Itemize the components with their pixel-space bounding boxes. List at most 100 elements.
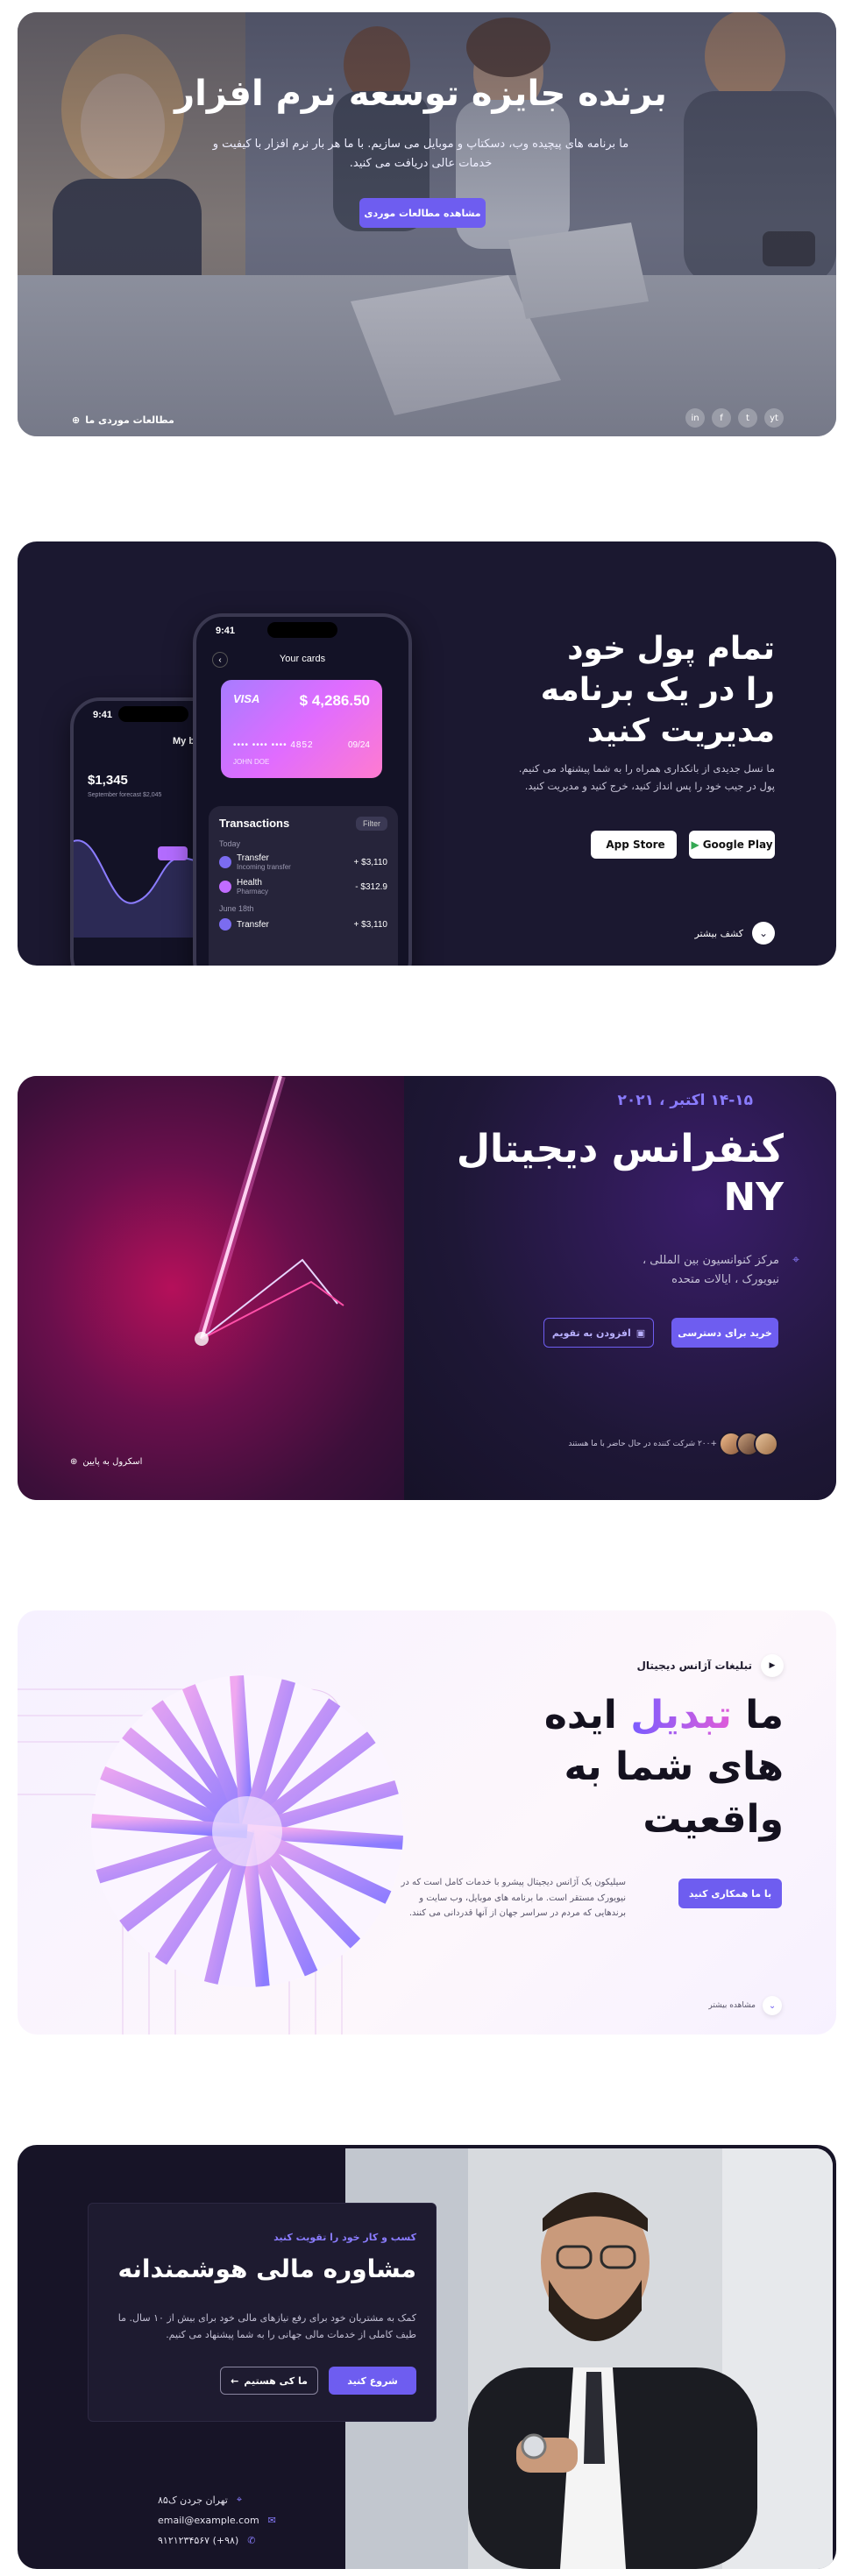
email-icon: ✉ [267,2515,276,2526]
calendar-icon: ▣ [635,1327,646,1339]
get-started-button[interactable]: شروع کنید [329,2367,416,2395]
tx-date-today: Today [219,839,241,848]
agency-description: سیلیکون یک آژانس دیجیتال پیشرو با خدمات … [401,1878,627,1918]
add-to-calendar-label: افزودن به تقویم [551,1327,631,1339]
add-to-calendar-button[interactable]: ▣ افزودن به تقویم [543,1318,654,1348]
attendees: +۲۰۰ شرکت کننده در حال حاضر با ما هستند [568,1432,778,1456]
play-circle-icon: ⊕ [72,414,81,426]
view-more-link[interactable]: ⌄ مشاهده بیشتر [708,1996,782,2015]
attendee-avatars [719,1432,778,1456]
hero-software-section: برنده جایزه توسعه نرم افزار ما برنامه ها… [18,12,836,436]
discover-more-label: کشف بیشتر [694,927,743,939]
tx-name: Transfer [237,853,269,863]
arrow-left-icon: ← [231,2374,239,2387]
card-holder: JOHN DOE [233,758,270,766]
tx-name: Transfer [237,919,269,930]
tx-amount: + $3,110 [353,857,387,867]
about-us-button[interactable]: ما کی هستیم ← [220,2367,318,2395]
phone-notch [267,622,337,638]
chevron-down-icon: ⌄ [763,1996,782,2015]
play-icon[interactable]: ▶ [761,1654,784,1677]
google-play-button[interactable]: ▶ Google Play [689,831,775,859]
contact-phone[interactable]: ✆ (۹۸+) ۹۱۲۱۲۳۴۵۶۷ [158,2535,276,2546]
contact-address: ⌖ تهران جردن ک۸۵ [158,2494,276,2506]
consulting-title: مشاوره مالی هوشمندانه [117,2254,416,2283]
tx-meta: Incoming transfer [237,863,291,871]
filter-button[interactable]: Filter [356,817,387,831]
tx-meta: Pharmacy [237,888,269,895]
arrow-down-circle-icon: ⊕ [70,1457,78,1467]
neon-visual [18,1076,404,1500]
tx-amount: - $312.9 [355,881,387,892]
location-pin-icon: ⌖ [792,1253,799,1267]
phone-icon: ✆ [247,2535,256,2546]
scroll-down-label: اسکرول به پایین [82,1457,143,1467]
buy-ticket-button[interactable]: خرید برای دسترسی [671,1318,778,1348]
budget-caption: September forecast $2,045 [88,792,162,798]
app-store-button[interactable]: App Store [591,831,677,859]
transaction-row[interactable]: Transfer Incoming transfer + $3,110 [219,853,387,871]
tx-amount: + $3,110 [353,919,387,930]
card-brand: VISA [233,692,260,705]
agency-tag-label: تبلیغات آژانس دیجیتال [636,1660,752,1672]
transfer-icon [219,918,231,931]
scroll-down-link[interactable]: اسکرول به پایین ⊕ [70,1457,142,1467]
transaction-row[interactable]: Health Pharmacy - $312.9 [219,878,387,895]
finance-app-section: تمام پول خود را در یک برنامه مدیریت کنید… [18,541,836,966]
neon-light-graphic [195,1076,344,1346]
phone-time: 9:41 [93,710,113,720]
tx-name: Health [237,878,262,888]
striped-sphere-graphic [18,1675,403,2035]
view-more-label: مشاهده بیشتر [708,2001,756,2010]
venue-address: مرکز کنوانسیون بین المللی ، نیویورک ، ای… [642,1254,779,1287]
social-links: in f t yt [685,408,784,428]
google-play-label: Google Play [702,839,773,851]
hero-subtitle: ما برنامه های پیچیده وب، دسکتاپ و موبایل… [212,138,629,171]
consulting-card: کسب و کار خود را تقویت کنید مشاوره مالی … [88,2203,437,2422]
youtube-icon[interactable]: yt [764,408,784,428]
consulting-tag: کسب و کار خود را تقویت کنید [273,2232,416,2243]
address-text: تهران جردن ک۸۵ [158,2494,228,2506]
health-icon [219,881,231,893]
transaction-row[interactable]: Transfer + $3,110 [219,918,387,931]
phone-time: 9:41 [216,626,236,636]
cards-title: Your cards [279,654,326,664]
tx-date: June 18th [219,904,254,913]
attendees-text: +۲۰۰ شرکت کننده در حال حاضر با ما هستند [568,1440,717,1448]
consulting-description: کمک به مشتریان خود برای رفع نیازهای مالی… [117,2312,416,2340]
card-number: •••• •••• •••• 4852 [233,740,314,750]
title-highlight: تبدیل [630,1693,732,1737]
finance-subtitle: ما نسل جدیدی از بانکداری همراه را به شما… [518,762,775,792]
conference-section: ۱۴-۱۵ اکتبر ، ۲۰۲۱ کنفرانس دیجیتال NY ⌖ … [18,1076,836,1500]
linkedin-icon[interactable]: in [685,408,705,428]
facebook-icon[interactable]: f [712,408,731,428]
budget-amount: $1,345 [88,773,128,788]
collaborate-button[interactable]: با ما همکاری کنید [678,1879,782,1908]
google-play-icon: ▶ [691,839,699,851]
credit-card[interactable]: VISA $ 4,286.50 •••• •••• •••• 4852 09/2… [221,680,382,778]
hero-title: برنده جایزه توسعه نرم افزار [174,74,667,114]
chevron-down-icon: ⌄ [752,922,775,945]
phone-mockup-front: 9:41 ‹ Your cards VISA $ 4,286.50 •••• •… [193,613,412,966]
phone-notch [118,706,188,722]
case-studies-link[interactable]: مطالعات موردی ما ⊕ [72,414,174,426]
card-expiry: 09/24 [347,740,370,750]
title-part-1: ما [731,1693,784,1737]
transfer-icon [219,856,231,868]
financial-consulting-section: کسب و کار خود را تقویت کنید مشاوره مالی … [18,2145,836,2569]
transactions-panel: Transactions Filter Today Transfer Incom… [209,806,398,966]
discover-more-link[interactable]: ⌄ کشف بیشتر [694,922,775,945]
contact-info: ⌖ تهران جردن ک۸۵ ✉ email@example.com ✆ (۹۸+… [158,2494,276,2555]
twitter-icon[interactable]: t [738,408,757,428]
view-case-studies-button[interactable]: مشاهده مطالعات موردی [359,198,486,228]
finance-title: تمام پول خود را در یک برنامه مدیریت کنید [540,631,775,749]
digital-agency-section: ▶ تبلیغات آژانس دیجیتال ما تبدیل ایده ها… [18,1610,836,2035]
event-date: ۱۴-۱۵ اکتبر ، ۲۰۲۱ [617,1092,753,1109]
location-pin-icon: ⌖ [236,2494,243,2505]
agency-title: ما تبدیل ایده های شما به واقعیت [468,1689,784,1845]
conference-title: کنفرانس دیجیتال NY [456,1127,784,1220]
avatar [754,1432,778,1456]
app-store-label: App Store [606,839,665,851]
agency-tag: ▶ تبلیغات آژانس دیجیتال [636,1654,784,1677]
contact-email[interactable]: ✉ email@example.com [158,2515,276,2526]
